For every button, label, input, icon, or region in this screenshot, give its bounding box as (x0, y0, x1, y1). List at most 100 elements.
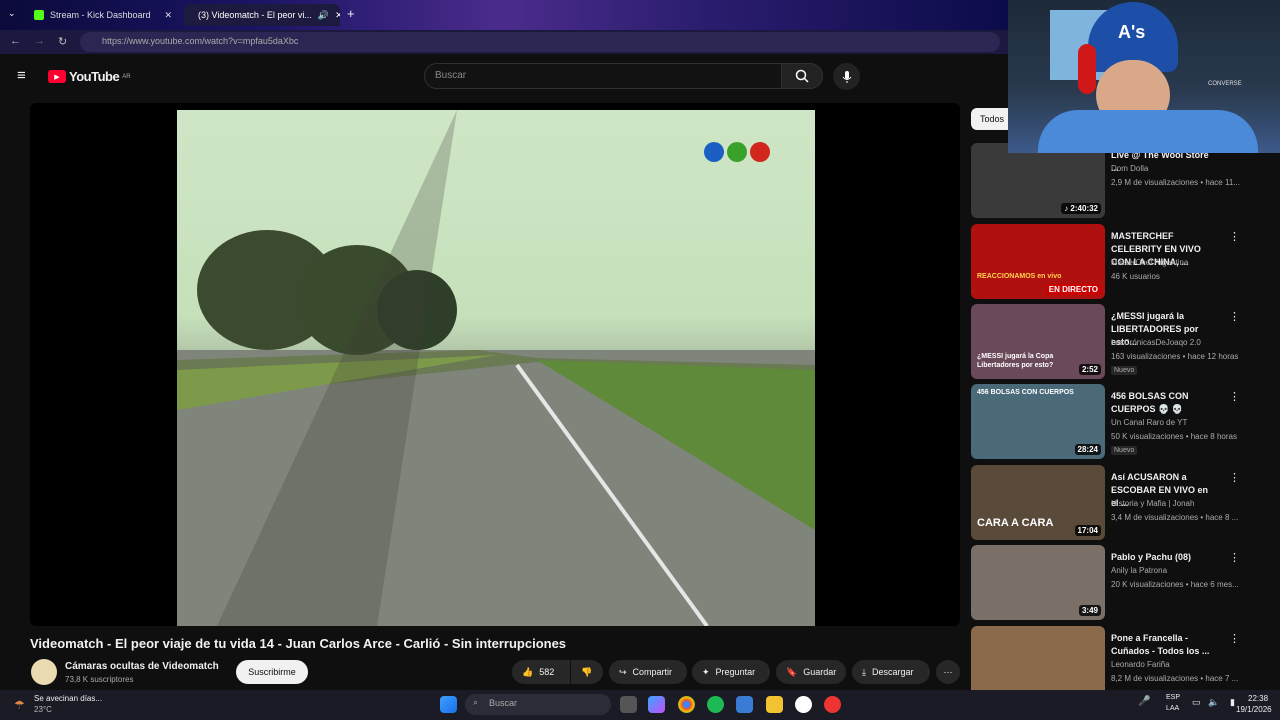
close-icon[interactable]: ✕ (335, 10, 340, 21)
recommendation-title[interactable]: Pablo y Pachu (08) (1111, 551, 1215, 564)
new-badge: Nuevo (1111, 446, 1138, 455)
recommendation-channel[interactable]: Leonardo Fariña (1111, 660, 1170, 669)
recommendation-channel[interactable]: Un Canal Raro de YT (1111, 418, 1187, 427)
clock-time[interactable]: 22:38 (1248, 694, 1268, 703)
person-jersey (1038, 110, 1258, 153)
new-tab-plus-icon[interactable]: + (347, 6, 355, 21)
spotify-icon[interactable] (707, 696, 724, 713)
volume-icon[interactable]: 🔈 (1208, 697, 1219, 708)
video-thumbnail[interactable]: EN DIRECTO REACCIONAMOS en vivo (971, 224, 1105, 299)
download-button[interactable]: ⤓ Descargar (852, 660, 930, 684)
recommendation-item[interactable]: EN DIRECTO REACCIONAMOS en vivo MASTERCHEF… (971, 224, 1261, 300)
recommendation-meta: 8,2 M de visualizaciones • hace 7 ... (1111, 674, 1239, 683)
obs-icon[interactable] (824, 696, 841, 713)
ask-button[interactable]: ✦ Preguntar (692, 660, 770, 684)
microphone-icon[interactable]: 🎤 (1138, 696, 1150, 707)
cap-logo: A's (1118, 22, 1146, 42)
video-thumbnail[interactable]: 28:24 456 BOLSAS CON CUERPOS (971, 384, 1105, 459)
channel-name[interactable]: Cámaras ocultas de Videomatch (65, 661, 219, 672)
file-explorer-icon[interactable] (766, 696, 783, 713)
tab-youtube[interactable]: (3) Videomatch - El peor vi... 🔊 ✕ (184, 4, 340, 26)
voice-search-button[interactable] (833, 63, 860, 90)
recommendation-channel[interactable]: Dom Dolla (1111, 164, 1148, 173)
webcam-overlay: A's CONVERSE (1008, 0, 1280, 153)
reload-icon[interactable]: ↻ (58, 35, 67, 48)
recommendation-channel[interactable]: LasCrónicasDeJoaqo 2.0 (1111, 338, 1201, 347)
recommendation-item[interactable]: 28:24 456 BOLSAS CON CUERPOS 456 BOLSAS CO… (971, 384, 1261, 460)
filter-chip-all[interactable]: Todos (971, 108, 1013, 130)
more-options-icon[interactable]: ⋮ (1229, 551, 1240, 564)
recommendation-item[interactable]: 3:49 Pablo y Pachu (08) Anily la Patrona 20… (971, 545, 1261, 621)
video-thumbnail[interactable]: 3:49 (971, 545, 1105, 620)
more-options-icon[interactable]: ⋮ (1229, 230, 1240, 243)
more-actions-button[interactable]: ⋯ (936, 660, 960, 684)
more-options-icon[interactable]: ⋮ (1229, 390, 1240, 403)
dislike-button[interactable]: 👎 (571, 660, 603, 684)
road-scene (177, 110, 815, 626)
close-icon[interactable]: ✕ (164, 10, 172, 21)
share-button[interactable]: ↪ Compartir (609, 660, 687, 684)
recommendation-item[interactable]: 17:04 CARA A CARA Así ACUSARON a ESCOBAR E… (971, 465, 1261, 541)
url-text: https://www.youtube.com/watch?v=mpfau5da… (102, 36, 299, 46)
calendar-icon[interactable] (736, 696, 753, 713)
play-logo-icon: ▶ (48, 70, 66, 83)
tab-menu-chevron-icon[interactable]: ⌄ (8, 8, 16, 19)
youtube-logo[interactable]: ▶ YouTube AR (48, 69, 131, 84)
taskbar-search-input[interactable]: ⌕ Buscar (465, 694, 611, 715)
subscriber-count: 73,8 K suscriptores (65, 675, 134, 684)
search-button[interactable] (781, 63, 823, 89)
thumbnail-text: REACCIONAMOS en vivo (977, 273, 1062, 280)
more-options-icon[interactable]: ⋮ (1229, 310, 1240, 323)
temperature: 23°C (34, 705, 52, 714)
telefe-dot-blue (704, 142, 724, 162)
tab-kick[interactable]: Stream - Kick Dashboard ✕ (26, 4, 180, 26)
battery-icon[interactable]: ▮ (1230, 697, 1235, 708)
recommendation-title[interactable]: Pone a Francella - Cuñados - Todos los .… (1111, 632, 1215, 658)
windows-start-icon[interactable] (440, 696, 457, 713)
video-frame[interactable] (177, 110, 815, 626)
recommendation-channel[interactable]: MasterChef Argentina (1111, 258, 1188, 267)
search-input[interactable]: Buscar (424, 63, 782, 89)
video-thumbnail[interactable]: 17:04 CARA A CARA (971, 465, 1105, 540)
new-badge: Nuevo (1111, 366, 1138, 375)
more-options-icon[interactable]: ⋮ (1229, 632, 1240, 645)
logo-text: YouTube (69, 69, 120, 84)
keyboard-layout: LAA (1166, 705, 1180, 712)
url-field[interactable]: https://www.youtube.com/watch?v=mpfau5da… (80, 32, 1000, 52)
telefe-dot-green (727, 142, 747, 162)
recommendation-item[interactable]: 2:52 ¿MESSI jugará la Copa Libertadores p… (971, 304, 1261, 380)
tab-label: Stream - Kick Dashboard (50, 10, 151, 20)
headphones (1078, 44, 1096, 94)
recommendation-meta: 46 K usuarios (1111, 272, 1160, 281)
recommendation-item[interactable]: ♪ 2:40:32 Live @ The Wool Store ... Dom Do… (971, 143, 1261, 219)
speaker-icon: 🔊 (317, 9, 330, 20)
back-arrow-icon[interactable]: ← (10, 35, 21, 47)
language-code[interactable]: ESP (1166, 694, 1180, 701)
save-button[interactable]: 🔖 Guardar (776, 660, 846, 684)
recommendation-title[interactable]: 456 BOLSAS CON CUERPOS 💀 💀 (1111, 390, 1215, 416)
recommendation-channel[interactable]: Historia y Mafia | Jonah (1111, 499, 1194, 508)
video-thumbnail[interactable]: 2:52 ¿MESSI jugará la Copa Libertadores p… (971, 304, 1105, 379)
subscribe-button[interactable]: Suscribirme (236, 660, 308, 684)
duration-badge: ♪ 2:40:32 (1061, 203, 1101, 214)
recommendation-meta: 20 K visualizaciones • hace 6 mes... (1111, 580, 1239, 589)
app-circle-icon[interactable] (795, 696, 812, 713)
forward-arrow-icon[interactable]: → (34, 35, 45, 47)
share-arrow-icon: ↪ (619, 666, 627, 677)
task-view-icon[interactable] (620, 696, 637, 713)
hamburger-menu-icon[interactable]: ≡ (17, 67, 26, 84)
clock-date: 19/1/2026 (1236, 705, 1272, 714)
like-button[interactable]: 👍 582 (512, 660, 570, 684)
chrome-icon[interactable] (678, 696, 695, 713)
search-icon: ⌕ (473, 697, 479, 707)
recommendation-channel[interactable]: Anily la Patrona (1111, 566, 1167, 575)
download-icon: ⤓ (862, 666, 866, 677)
monitor-icon[interactable]: ▭ (1192, 697, 1201, 708)
video-thumbnail[interactable]: ♪ 2:40:32 (971, 143, 1105, 218)
tab-label: (3) Videomatch - El peor vi... (198, 10, 312, 20)
channel-avatar[interactable] (31, 659, 57, 685)
browser-tab-bar: ⌄ Stream - Kick Dashboard ✕ (3) Videomat… (0, 0, 1008, 30)
weather-text[interactable]: Se avecinan días... (34, 694, 102, 703)
more-options-icon[interactable]: ⋮ (1229, 471, 1240, 484)
copilot-icon[interactable] (648, 696, 665, 713)
